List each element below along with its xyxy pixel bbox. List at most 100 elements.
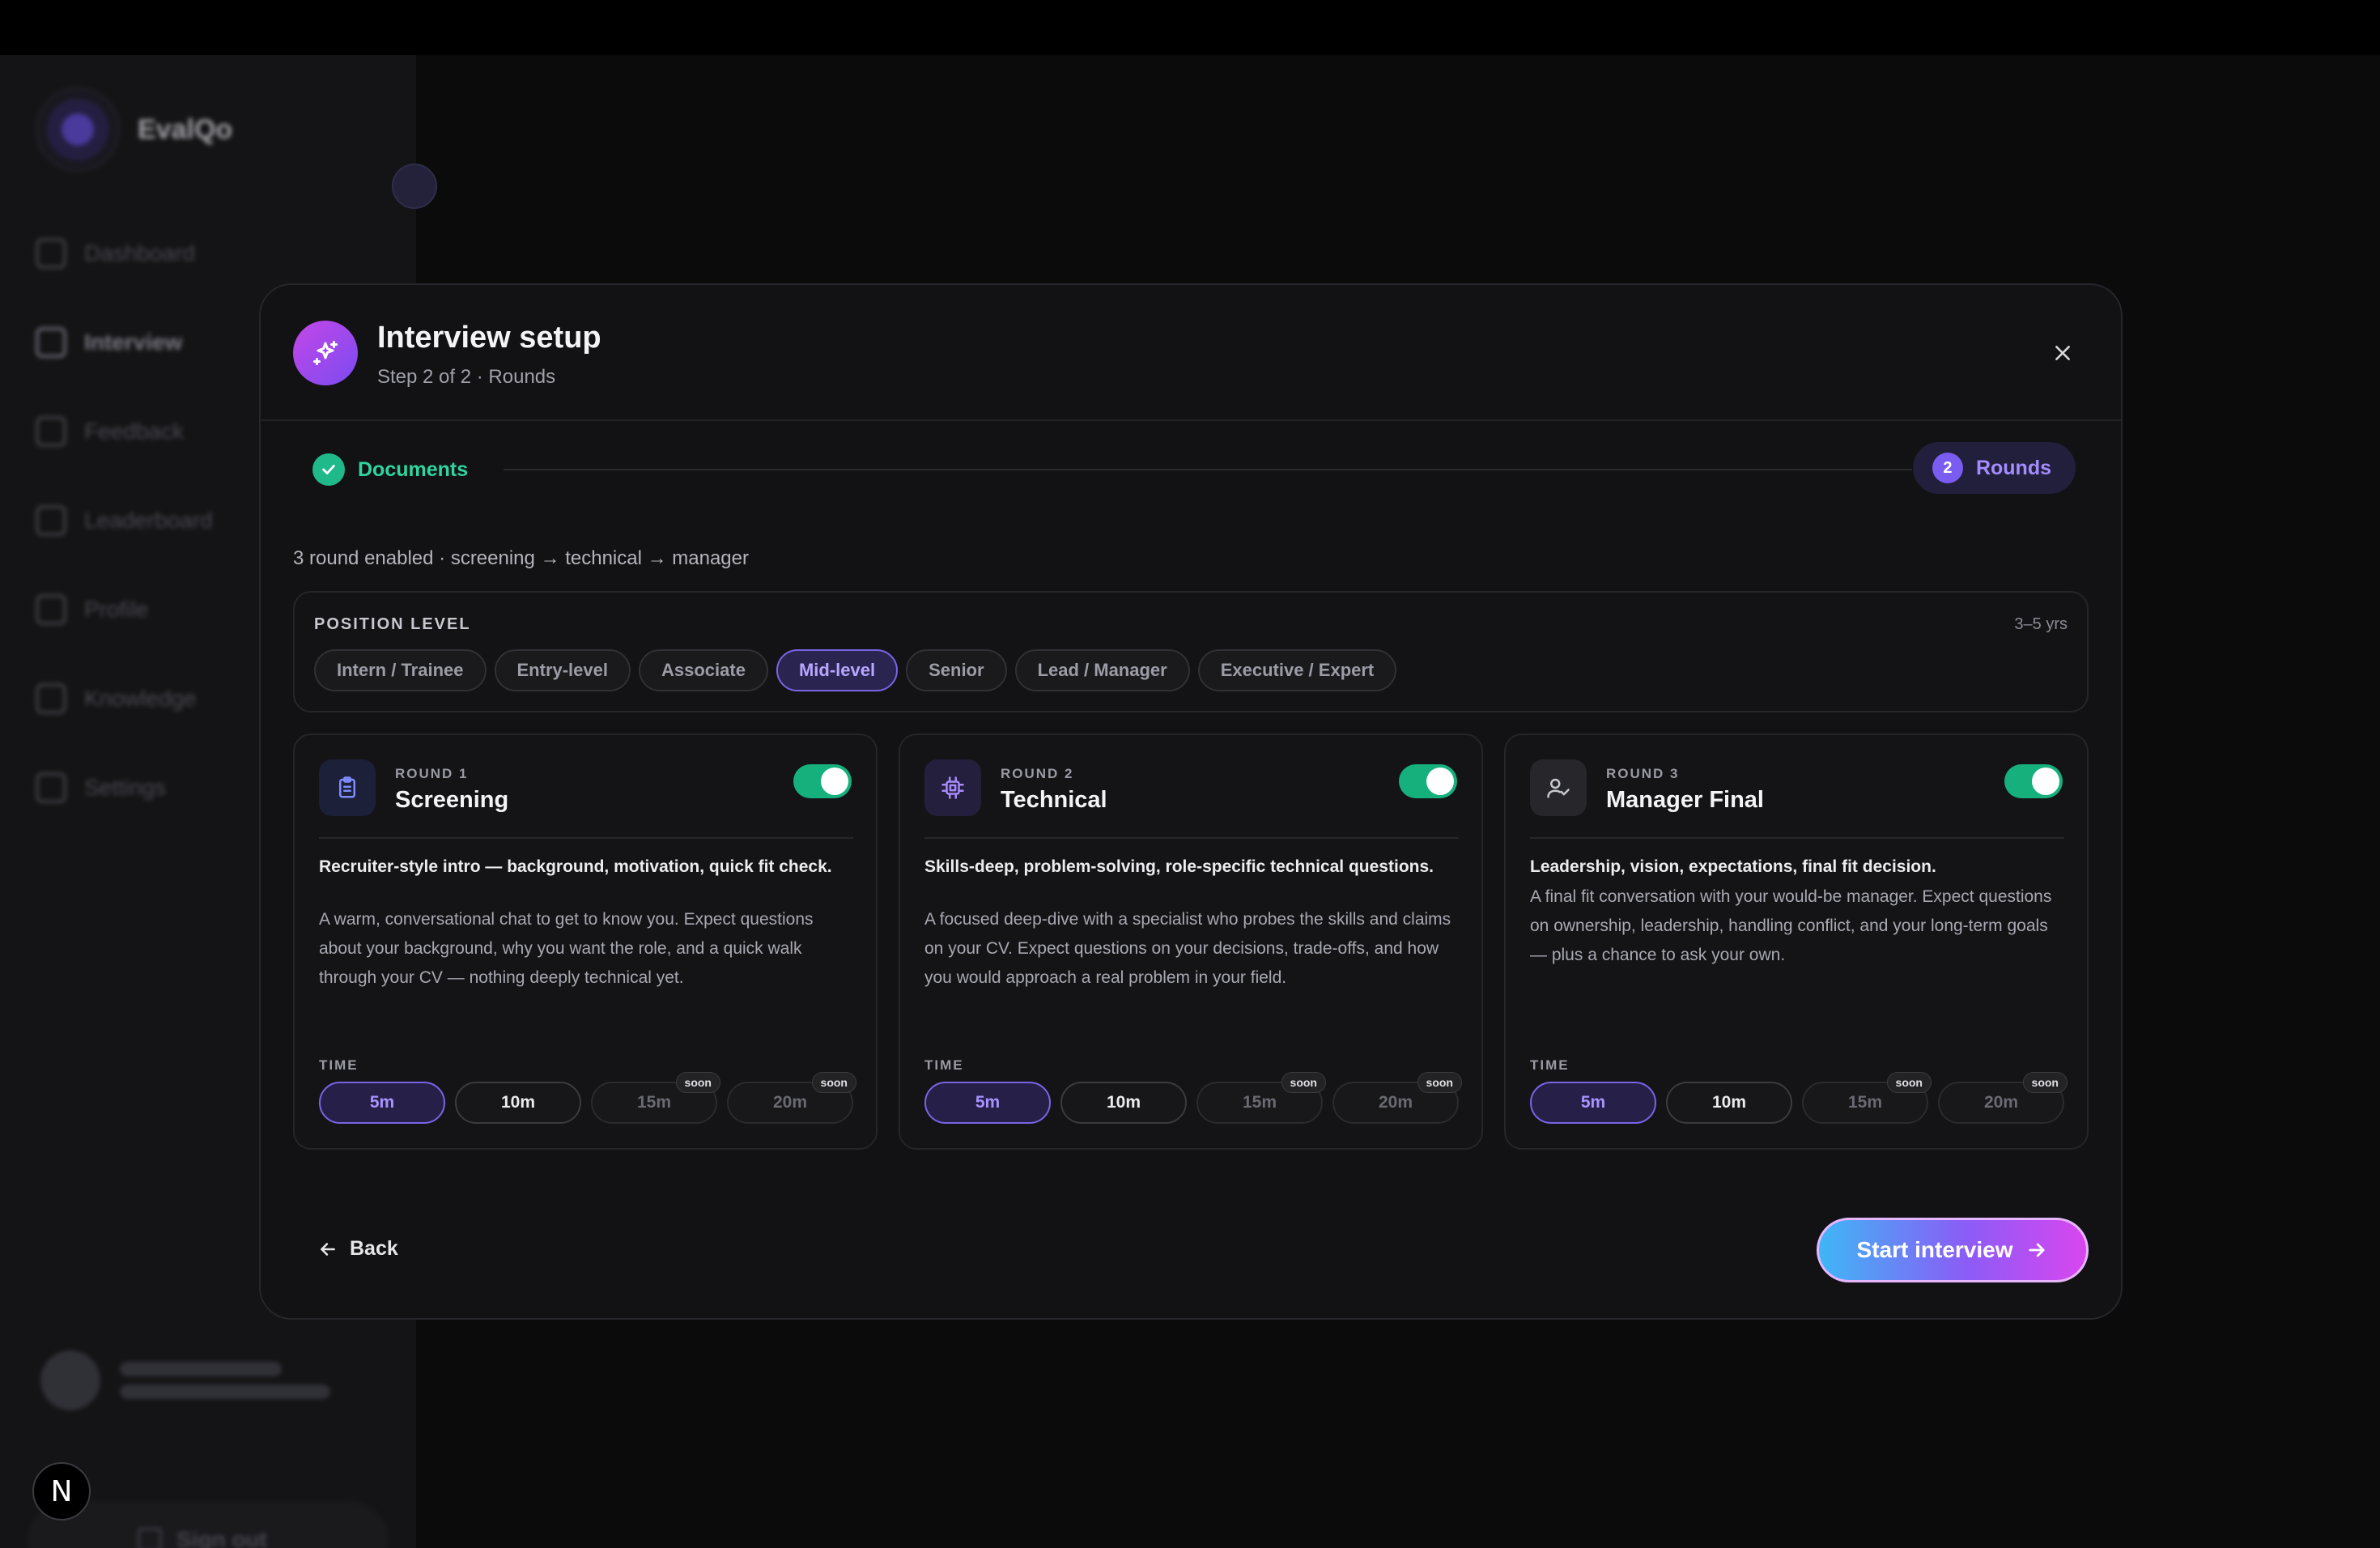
user-check-icon <box>1530 759 1587 816</box>
modal-title: Interview setup <box>377 321 601 355</box>
round-number: ROUND 2 <box>1001 766 1074 781</box>
arrow-right-icon <box>2029 1243 2046 1257</box>
start-interview-label: Start interview <box>1856 1237 2013 1262</box>
level-chip-mid[interactable]: Mid-level <box>776 649 899 691</box>
toggle-knob <box>821 768 848 795</box>
soon-badge: soon <box>675 1072 720 1093</box>
time-option-label: 15m <box>1847 1093 1883 1112</box>
modal-subtitle: Step 2 of 2 · Rounds <box>377 366 556 388</box>
user-info-placeholder <box>120 1354 330 1407</box>
level-chip-executive[interactable]: Executive / Expert <box>1197 649 1397 691</box>
divider <box>1530 837 2064 839</box>
stepper: Documents 2 Rounds <box>312 442 2076 495</box>
level-chip-associate[interactable]: Associate <box>639 649 768 691</box>
divider <box>924 837 1459 839</box>
user-icon <box>36 594 66 625</box>
time-option-15m: 15m soon <box>1196 1072 1326 1124</box>
time-option-20m: 20m soon <box>727 1072 856 1124</box>
rounds-list: ROUND 1 Screening Recruiter-style intro … <box>293 734 2089 1150</box>
position-level-section: POSITION LEVEL 3–5 yrs Intern / Trainee … <box>293 591 2089 712</box>
time-option-label: 15m <box>1242 1093 1277 1112</box>
round-card-screening: ROUND 1 Screening Recruiter-style intro … <box>293 734 878 1150</box>
time-options: 5m 10m 15m soon 20m soon <box>319 1072 856 1124</box>
back-label: Back <box>350 1237 398 1260</box>
position-level-options: Intern / Trainee Entry-level Associate M… <box>314 649 1397 691</box>
step-rounds[interactable]: 2 Rounds <box>1912 442 2076 494</box>
time-options: 5m 10m 15m soon 20m soon <box>924 1072 1462 1124</box>
soon-badge: soon <box>1886 1072 1932 1093</box>
round-card-manager-final: ROUND 3 Manager Final Leadership, vision… <box>1504 734 2089 1150</box>
round-number: ROUND 1 <box>395 766 469 781</box>
round-lead: Leadership, vision, expectations, final … <box>1530 857 1936 876</box>
position-level-label: POSITION LEVEL <box>314 615 471 633</box>
sidebar-nav: Dashboard Interview Feedback Leaderboard… <box>36 209 213 832</box>
divider <box>319 837 853 839</box>
round-toggle-screening[interactable] <box>793 764 852 798</box>
arrow-left-icon <box>321 1242 335 1256</box>
sidebar-item-label: Feedback <box>84 419 184 444</box>
time-option-label: 5m <box>1580 1093 1606 1112</box>
clipboard-icon <box>319 759 376 816</box>
level-chip-lead[interactable]: Lead / Manager <box>1014 649 1190 691</box>
avatar <box>40 1350 100 1410</box>
time-option-5m[interactable]: 5m <box>319 1082 445 1124</box>
level-chip-entry[interactable]: Entry-level <box>494 649 631 691</box>
level-chip-senior[interactable]: Senior <box>906 649 1007 691</box>
time-option-20m: 20m soon <box>1332 1072 1462 1124</box>
sidebar-item-label: Leaderboard <box>84 508 213 533</box>
step-documents[interactable]: Documents <box>312 453 468 486</box>
sidebar-item-leaderboard[interactable]: Leaderboard <box>36 476 213 565</box>
time-option-label: 10m <box>1106 1093 1141 1112</box>
time-option-5m[interactable]: 5m <box>924 1082 1051 1124</box>
time-label: TIME <box>924 1057 964 1073</box>
start-interview-button[interactable]: Start interview <box>1817 1218 2089 1282</box>
step-rounds-label: Rounds <box>1975 456 2051 479</box>
toggle-knob <box>1426 768 1454 795</box>
soon-badge: soon <box>1417 1072 1462 1093</box>
sidebar-item-label: Interview <box>84 330 183 355</box>
time-label: TIME <box>1530 1057 1570 1073</box>
cpu-icon <box>924 759 981 816</box>
brand[interactable]: EvalQo <box>39 91 232 168</box>
time-options: 5m 10m 15m soon 20m soon <box>1530 1072 2068 1124</box>
modal-header: Interview setup Step 2 of 2 · Rounds <box>261 285 2121 421</box>
trophy-icon <box>36 505 66 536</box>
round-description: A warm, conversational chat to get to kn… <box>319 910 814 987</box>
time-option-15m: 15m soon <box>591 1072 720 1124</box>
sign-out-label: Sign out <box>176 1527 267 1548</box>
sidebar-item-feedback[interactable]: Feedback <box>36 387 213 476</box>
time-option-label: 5m <box>369 1093 395 1112</box>
framework-badge[interactable]: N <box>32 1462 91 1520</box>
time-option-10m[interactable]: 10m <box>1666 1082 1792 1124</box>
stepper-line <box>504 469 1912 470</box>
experience-range: 3–5 yrs <box>2014 615 2068 633</box>
sidebar-item-profile[interactable]: Profile <box>36 565 213 654</box>
sidebar-item-knowledge[interactable]: Knowledge <box>36 654 213 743</box>
round-toggle-manager-final[interactable] <box>2004 764 2063 798</box>
rounds-summary: 3 round enabled · screening → technical … <box>293 547 749 569</box>
grid-icon <box>36 238 66 269</box>
sidebar-item-label: Dashboard <box>84 240 195 266</box>
sidebar-item-dashboard[interactable]: Dashboard <box>36 209 213 298</box>
time-option-label: 5m <box>975 1093 1001 1112</box>
level-chip-intern[interactable]: Intern / Trainee <box>314 649 487 691</box>
round-card-technical: ROUND 2 Technical Skills-deep, problem-s… <box>899 734 1483 1150</box>
time-option-10m[interactable]: 10m <box>1060 1082 1187 1124</box>
sidebar-item-settings[interactable]: Settings <box>36 743 213 832</box>
sidebar-item-label: Profile <box>84 597 149 622</box>
user-card[interactable] <box>40 1350 330 1410</box>
close-button[interactable] <box>2045 335 2080 371</box>
time-label: TIME <box>319 1057 359 1073</box>
sidebar-item-label: Settings <box>84 775 167 800</box>
time-option-5m[interactable]: 5m <box>1530 1082 1656 1124</box>
interview-setup-modal: Interview setup Step 2 of 2 · Rounds Doc… <box>259 283 2123 1320</box>
round-title: Screening <box>395 787 509 813</box>
round-toggle-technical[interactable] <box>1399 764 1457 798</box>
sidebar-item-interview[interactable]: Interview <box>36 298 213 387</box>
back-button[interactable]: Back <box>317 1237 398 1261</box>
time-option-label: 10m <box>1711 1093 1747 1112</box>
soon-badge: soon <box>811 1072 856 1093</box>
time-option-10m[interactable]: 10m <box>455 1082 581 1124</box>
time-option-label: 10m <box>500 1093 536 1112</box>
sidebar-collapse-button[interactable] <box>392 164 437 209</box>
